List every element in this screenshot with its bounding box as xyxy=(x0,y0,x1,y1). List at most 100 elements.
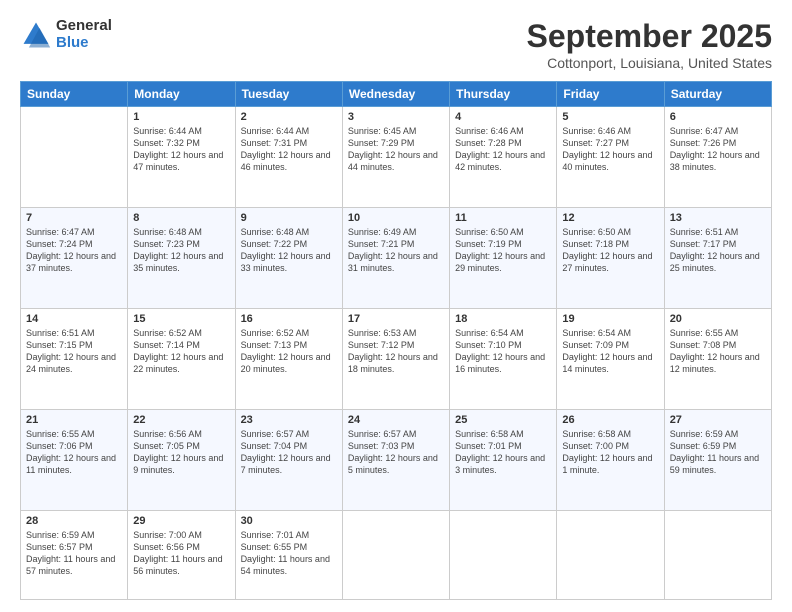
cell-content: Sunrise: 6:54 AMSunset: 7:10 PMDaylight:… xyxy=(455,327,551,376)
day-number: 28 xyxy=(26,515,122,527)
cell-content: Sunrise: 6:53 AMSunset: 7:12 PMDaylight:… xyxy=(348,327,444,376)
cell-content: Sunrise: 6:57 AMSunset: 7:03 PMDaylight:… xyxy=(348,428,444,477)
calendar-table: Sunday Monday Tuesday Wednesday Thursday… xyxy=(20,81,772,600)
day-number: 23 xyxy=(241,414,337,426)
table-row: 18 Sunrise: 6:54 AMSunset: 7:10 PMDayligh… xyxy=(450,308,557,409)
calendar-header-row: Sunday Monday Tuesday Wednesday Thursday… xyxy=(21,82,772,107)
cell-content: Sunrise: 6:56 AMSunset: 7:05 PMDaylight:… xyxy=(133,428,229,477)
table-row: 13 Sunrise: 6:51 AMSunset: 7:17 PMDayligh… xyxy=(664,207,771,308)
table-row xyxy=(664,510,771,599)
cell-content: Sunrise: 6:46 AMSunset: 7:28 PMDaylight:… xyxy=(455,125,551,174)
page: General Blue September 2025 Cottonport, … xyxy=(0,0,792,612)
header: General Blue September 2025 Cottonport, … xyxy=(20,18,772,71)
day-number: 29 xyxy=(133,515,229,527)
cell-content: Sunrise: 6:57 AMSunset: 7:04 PMDaylight:… xyxy=(241,428,337,477)
day-number: 11 xyxy=(455,212,551,224)
cell-content: Sunrise: 6:48 AMSunset: 7:22 PMDaylight:… xyxy=(241,226,337,275)
cell-content: Sunrise: 7:00 AMSunset: 6:56 PMDaylight:… xyxy=(133,529,229,578)
table-row xyxy=(342,510,449,599)
cell-content: Sunrise: 6:50 AMSunset: 7:19 PMDaylight:… xyxy=(455,226,551,275)
cell-content: Sunrise: 6:58 AMSunset: 7:01 PMDaylight:… xyxy=(455,428,551,477)
day-number: 22 xyxy=(133,414,229,426)
cell-content: Sunrise: 6:48 AMSunset: 7:23 PMDaylight:… xyxy=(133,226,229,275)
table-row: 1 Sunrise: 6:44 AMSunset: 7:32 PMDaylight… xyxy=(128,107,235,208)
main-title: September 2025 xyxy=(527,18,772,55)
cell-content: Sunrise: 6:46 AMSunset: 7:27 PMDaylight:… xyxy=(562,125,658,174)
day-number: 1 xyxy=(133,111,229,123)
day-number: 16 xyxy=(241,313,337,325)
calendar-week-row: 1 Sunrise: 6:44 AMSunset: 7:32 PMDaylight… xyxy=(21,107,772,208)
day-number: 21 xyxy=(26,414,122,426)
table-row: 3 Sunrise: 6:45 AMSunset: 7:29 PMDaylight… xyxy=(342,107,449,208)
col-friday: Friday xyxy=(557,82,664,107)
table-row: 23 Sunrise: 6:57 AMSunset: 7:04 PMDayligh… xyxy=(235,409,342,510)
day-number: 26 xyxy=(562,414,658,426)
table-row: 2 Sunrise: 6:44 AMSunset: 7:31 PMDaylight… xyxy=(235,107,342,208)
logo-blue: Blue xyxy=(56,35,112,52)
calendar-week-row: 7 Sunrise: 6:47 AMSunset: 7:24 PMDaylight… xyxy=(21,207,772,308)
col-thursday: Thursday xyxy=(450,82,557,107)
table-row: 20 Sunrise: 6:55 AMSunset: 7:08 PMDayligh… xyxy=(664,308,771,409)
cell-content: Sunrise: 6:59 AMSunset: 6:57 PMDaylight:… xyxy=(26,529,122,578)
day-number: 12 xyxy=(562,212,658,224)
day-number: 6 xyxy=(670,111,766,123)
col-sunday: Sunday xyxy=(21,82,128,107)
calendar-week-row: 14 Sunrise: 6:51 AMSunset: 7:15 PMDayligh… xyxy=(21,308,772,409)
table-row: 16 Sunrise: 6:52 AMSunset: 7:13 PMDayligh… xyxy=(235,308,342,409)
calendar-week-row: 21 Sunrise: 6:55 AMSunset: 7:06 PMDayligh… xyxy=(21,409,772,510)
cell-content: Sunrise: 6:50 AMSunset: 7:18 PMDaylight:… xyxy=(562,226,658,275)
day-number: 8 xyxy=(133,212,229,224)
table-row: 11 Sunrise: 6:50 AMSunset: 7:19 PMDayligh… xyxy=(450,207,557,308)
day-number: 5 xyxy=(562,111,658,123)
day-number: 30 xyxy=(241,515,337,527)
table-row: 10Sunrise: 6:49 AMSunset: 7:21 PMDayligh… xyxy=(342,207,449,308)
table-row: 21 Sunrise: 6:55 AMSunset: 7:06 PMDayligh… xyxy=(21,409,128,510)
table-row: 26 Sunrise: 6:58 AMSunset: 7:00 PMDayligh… xyxy=(557,409,664,510)
table-row: 9Sunrise: 6:48 AMSunset: 7:22 PMDaylight… xyxy=(235,207,342,308)
subtitle: Cottonport, Louisiana, United States xyxy=(527,55,772,71)
table-row xyxy=(450,510,557,599)
cell-content: Sunrise: 6:55 AMSunset: 7:06 PMDaylight:… xyxy=(26,428,122,477)
day-number: 25 xyxy=(455,414,551,426)
cell-content: Sunrise: 6:47 AMSunset: 7:24 PMDaylight:… xyxy=(26,226,122,275)
cell-content: Sunrise: 6:51 AMSunset: 7:15 PMDaylight:… xyxy=(26,327,122,376)
table-row: 12 Sunrise: 6:50 AMSunset: 7:18 PMDayligh… xyxy=(557,207,664,308)
logo-general: General xyxy=(56,18,112,35)
calendar-week-row: 28 Sunrise: 6:59 AMSunset: 6:57 PMDayligh… xyxy=(21,510,772,599)
cell-content: Sunrise: 6:49 AMSunset: 7:21 PMDaylight:… xyxy=(348,226,444,275)
table-row: 19Sunrise: 6:54 AMSunset: 7:09 PMDayligh… xyxy=(557,308,664,409)
day-number: 3 xyxy=(348,111,444,123)
table-row: 14 Sunrise: 6:51 AMSunset: 7:15 PMDayligh… xyxy=(21,308,128,409)
cell-content: Sunrise: 6:54 AMSunset: 7:09 PMDaylight:… xyxy=(562,327,658,376)
col-monday: Monday xyxy=(128,82,235,107)
day-number: 13 xyxy=(670,212,766,224)
table-row: 7 Sunrise: 6:47 AMSunset: 7:24 PMDaylight… xyxy=(21,207,128,308)
cell-content: Sunrise: 6:44 AMSunset: 7:32 PMDaylight:… xyxy=(133,125,229,174)
cell-content: Sunrise: 6:58 AMSunset: 7:00 PMDaylight:… xyxy=(562,428,658,477)
logo-icon xyxy=(20,19,52,51)
cell-content: Sunrise: 6:59 AMSunset: 6:59 PMDaylight:… xyxy=(670,428,766,477)
col-tuesday: Tuesday xyxy=(235,82,342,107)
table-row: 5 Sunrise: 6:46 AMSunset: 7:27 PMDaylight… xyxy=(557,107,664,208)
day-number: 14 xyxy=(26,313,122,325)
cell-content: Sunrise: 6:52 AMSunset: 7:13 PMDaylight:… xyxy=(241,327,337,376)
table-row: 4 Sunrise: 6:46 AMSunset: 7:28 PMDaylight… xyxy=(450,107,557,208)
logo: General Blue xyxy=(20,18,112,51)
cell-content: Sunrise: 6:47 AMSunset: 7:26 PMDaylight:… xyxy=(670,125,766,174)
table-row xyxy=(21,107,128,208)
day-number: 2 xyxy=(241,111,337,123)
day-number: 4 xyxy=(455,111,551,123)
day-number: 20 xyxy=(670,313,766,325)
cell-content: Sunrise: 6:51 AMSunset: 7:17 PMDaylight:… xyxy=(670,226,766,275)
day-number: 17 xyxy=(348,313,444,325)
cell-content: Sunrise: 7:01 AMSunset: 6:55 PMDaylight:… xyxy=(241,529,337,578)
day-number: 7 xyxy=(26,212,122,224)
day-number: 24 xyxy=(348,414,444,426)
table-row: 15Sunrise: 6:52 AMSunset: 7:14 PMDayligh… xyxy=(128,308,235,409)
cell-content: Sunrise: 6:44 AMSunset: 7:31 PMDaylight:… xyxy=(241,125,337,174)
table-row: 25 Sunrise: 6:58 AMSunset: 7:01 PMDayligh… xyxy=(450,409,557,510)
table-row: 22 Sunrise: 6:56 AMSunset: 7:05 PMDayligh… xyxy=(128,409,235,510)
cell-content: Sunrise: 6:55 AMSunset: 7:08 PMDaylight:… xyxy=(670,327,766,376)
day-number: 18 xyxy=(455,313,551,325)
cell-content: Sunrise: 6:45 AMSunset: 7:29 PMDaylight:… xyxy=(348,125,444,174)
